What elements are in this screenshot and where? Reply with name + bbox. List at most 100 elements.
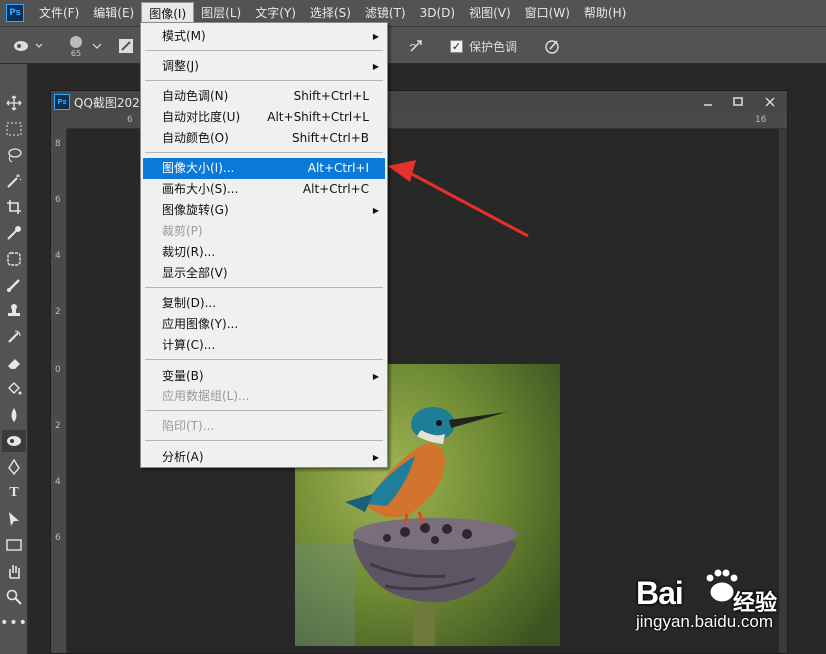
menu-item-label: 调整(J)	[162, 59, 199, 73]
lasso-tool-icon[interactable]	[2, 144, 26, 166]
minimize-button[interactable]	[693, 91, 723, 113]
menu-edit[interactable]: 编辑(E)	[86, 2, 141, 24]
ruler-tick-label: 4	[55, 477, 61, 487]
menu-type[interactable]: 文字(Y)	[248, 2, 303, 24]
submenu-arrow-icon: ▶	[372, 206, 379, 215]
ruler-tick-label: 6	[55, 533, 61, 543]
menu-item-label: 应用图像(Y)...	[162, 317, 239, 331]
annotation-arrow-icon	[388, 160, 529, 238]
ruler-tick-label: 6	[55, 195, 61, 205]
minimize-icon	[704, 104, 712, 106]
menu-help[interactable]: 帮助(H)	[577, 2, 633, 24]
menu-item-trap[interactable]: 陷印(T)...	[143, 416, 385, 437]
ruler-tick-label: 0	[55, 365, 61, 375]
crop-tool-icon[interactable]	[2, 196, 26, 218]
menu-item-image-size[interactable]: 图像大小(I)... Alt+Ctrl+I	[143, 158, 385, 179]
menu-item-label: 陷印(T)...	[162, 419, 215, 433]
image-menu-dropdown: 模式(M) ▶ 调整(J) ▶ 自动色调(N) Shift+Ctrl+L 自动对…	[140, 22, 388, 468]
menu-divider	[145, 287, 383, 288]
brush-tip-icon	[70, 35, 82, 48]
menu-filter[interactable]: 滤镜(T)	[358, 2, 413, 24]
menu-item-apply-data-set[interactable]: 应用数据组(L)...	[143, 386, 385, 407]
menu-item-label: 图像大小(I)...	[162, 161, 235, 175]
magic-wand-tool-icon[interactable]	[2, 170, 26, 192]
menu-item-analysis[interactable]: 分析(A) ▶	[143, 447, 385, 468]
ruler-tick-label: 6	[127, 115, 133, 125]
photoshop-doc-icon: Ps	[54, 94, 70, 110]
menu-item-reveal-all[interactable]: 显示全部(V)	[143, 263, 385, 284]
menu-item-label: 显示全部(V)	[162, 266, 228, 280]
menu-item-label: 自动对比度(U)	[162, 110, 241, 124]
menu-item-variables[interactable]: 变量(B) ▶	[143, 366, 385, 387]
pressure-toggle[interactable]	[543, 27, 561, 65]
menu-item-crop[interactable]: 裁剪(P)	[143, 221, 385, 242]
airbrush-toggle[interactable]	[408, 27, 426, 65]
brush-picker-chevron[interactable]	[92, 27, 102, 65]
submenu-arrow-icon: ▶	[372, 32, 379, 41]
submenu-arrow-icon: ▶	[372, 62, 379, 71]
eyedropper-tool-icon[interactable]	[2, 222, 26, 244]
menu-item-label: 计算(C)...	[162, 338, 216, 352]
airbrush-icon	[409, 40, 422, 52]
pen-pressure-icon	[545, 40, 559, 54]
more-tools-icon[interactable]: •••	[0, 612, 27, 634]
document-title: QQ截图202	[74, 95, 140, 110]
brush-panel-icon	[119, 39, 133, 53]
close-button[interactable]	[755, 91, 785, 113]
menu-image[interactable]: 图像(I)	[141, 2, 195, 24]
menu-item-auto-tone[interactable]: 自动色调(N) Shift+Ctrl+L	[143, 86, 385, 107]
pen-tool-icon[interactable]	[2, 456, 26, 478]
menu-divider	[145, 440, 383, 441]
path-selection-tool-icon[interactable]	[2, 508, 26, 530]
menu-item-image-rotation[interactable]: 图像旋转(G) ▶	[143, 200, 385, 221]
menu-layer[interactable]: 图层(L)	[194, 2, 248, 24]
menu-item-calculations[interactable]: 计算(C)...	[143, 335, 385, 356]
protect-tones-label: 保护色调	[469, 39, 518, 54]
menu-3d[interactable]: 3D(D)	[413, 2, 462, 24]
rectangle-tool-icon[interactable]	[2, 534, 26, 556]
brush-settings-button[interactable]	[118, 27, 134, 65]
marquee-tool-icon[interactable]	[2, 118, 26, 140]
menu-item-label: 裁切(R)...	[162, 245, 216, 259]
protect-tones-checkbox[interactable]: ✓	[450, 39, 463, 53]
sponge-tool-icon[interactable]	[2, 430, 26, 452]
menu-file[interactable]: 文件(F)	[32, 2, 86, 24]
zoom-tool-icon[interactable]	[2, 586, 26, 608]
menu-item-apply-image[interactable]: 应用图像(Y)...	[143, 314, 385, 335]
type-tool-icon[interactable]: T	[2, 482, 26, 504]
blur-tool-icon[interactable]	[2, 404, 26, 426]
menu-view[interactable]: 视图(V)	[462, 2, 518, 24]
menu-item-label: 自动色调(N)	[162, 89, 229, 103]
menu-item-mode[interactable]: 模式(M) ▶	[143, 26, 385, 47]
submenu-arrow-icon: ▶	[372, 453, 379, 462]
move-tool-icon[interactable]	[2, 92, 26, 114]
menu-item-canvas-size[interactable]: 画布大小(S)... Alt+Ctrl+C	[143, 179, 385, 200]
protect-tones-option[interactable]: ✓ 保护色调	[450, 27, 517, 65]
menu-window[interactable]: 窗口(W)	[518, 2, 577, 24]
history-brush-tool-icon[interactable]	[2, 326, 26, 348]
menu-item-label: 分析(A)	[162, 450, 204, 464]
menu-item-auto-contrast[interactable]: 自动对比度(U) Alt+Shift+Ctrl+L	[143, 107, 385, 128]
menu-item-adjustments[interactable]: 调整(J) ▶	[143, 56, 385, 77]
menu-item-shortcut: Alt+Ctrl+C	[302, 182, 369, 196]
paint-bucket-tool-icon[interactable]	[2, 378, 26, 400]
tool-preset-picker[interactable]	[12, 27, 44, 65]
clone-stamp-tool-icon[interactable]	[2, 300, 26, 322]
eraser-tool-icon[interactable]	[2, 352, 26, 374]
brush-tool-icon[interactable]	[2, 274, 26, 296]
ruler-tick-label: 2	[55, 421, 61, 431]
options-bar: 65 ✓ 保护色调	[0, 26, 826, 64]
healing-brush-tool-icon[interactable]	[2, 248, 26, 270]
maximize-button[interactable]	[723, 91, 753, 113]
menu-item-duplicate[interactable]: 复制(D)...	[143, 293, 385, 314]
menu-item-auto-color[interactable]: 自动颜色(O) Shift+Ctrl+B	[143, 128, 385, 149]
brush-picker[interactable]: 65	[66, 27, 86, 65]
tools-panel: T •••	[0, 64, 28, 654]
menu-item-shortcut: Alt+Ctrl+I	[307, 161, 369, 175]
menu-divider	[145, 359, 383, 360]
brush-size-value: 65	[70, 48, 82, 58]
menu-select[interactable]: 选择(S)	[303, 2, 358, 24]
menu-item-trim[interactable]: 裁切(R)...	[143, 242, 385, 263]
menu-item-label: 变量(B)	[162, 369, 204, 383]
hand-tool-icon[interactable]	[2, 560, 26, 582]
